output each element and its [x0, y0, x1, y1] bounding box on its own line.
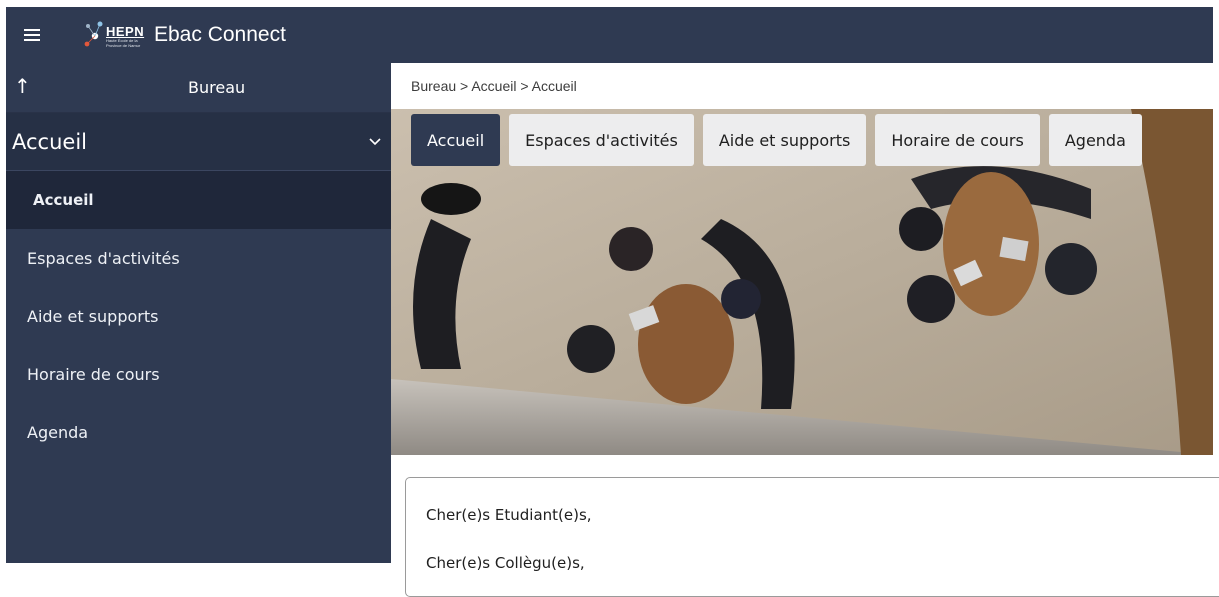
sidebar-item-label: Aide et supports — [27, 306, 159, 326]
sidebar-item-horaire-cours[interactable]: Horaire de cours — [6, 345, 391, 403]
sidebar-item-aide-supports[interactable]: Aide et supports — [6, 287, 391, 345]
sidebar-header: ↑ Bureau — [6, 63, 391, 113]
greeting-students: Cher(e)s Etudiant(e)s, — [426, 506, 592, 524]
sidebar-item-label: Horaire de cours — [27, 364, 160, 384]
sidebar: ↑ Bureau Accueil Accueil Espaces d'activ… — [6, 63, 391, 563]
sidebar-item-label: Accueil — [33, 191, 94, 209]
arrow-up-icon[interactable]: ↑ — [14, 76, 31, 96]
top-header-bar: HEPN Haute École de la Province de Namur… — [6, 7, 1213, 63]
tab-horaire-cours[interactable]: Horaire de cours — [875, 114, 1040, 166]
hamburger-menu-icon[interactable] — [14, 17, 50, 53]
welcome-card: Cher(e)s Etudiant(e)s, Cher(e)s Collègu(… — [405, 477, 1219, 597]
tab-espaces-activites[interactable]: Espaces d'activités — [509, 114, 694, 166]
logo-text: HEPN — [106, 24, 145, 39]
logo-subtext: Haute École de la Province de Namur — [106, 38, 141, 48]
chevron-down-icon — [369, 134, 381, 150]
sidebar-section-label: Accueil — [12, 129, 87, 154]
app-title[interactable]: Ebac Connect — [154, 23, 286, 47]
tab-accueil[interactable]: Accueil — [411, 114, 501, 166]
tab-agenda[interactable]: Agenda — [1048, 114, 1142, 166]
sidebar-top-label: Bureau — [188, 78, 246, 97]
sidebar-item-label: Agenda — [27, 422, 89, 442]
greeting-colleagues: Cher(e)s Collègu(e)s, — [426, 554, 585, 572]
sidebar-section-accueil[interactable]: Accueil — [6, 113, 391, 171]
sidebar-item-agenda[interactable]: Agenda — [6, 403, 391, 461]
breadcrumb[interactable]: Bureau > Accueil > Accueil — [411, 78, 577, 94]
sidebar-item-accueil[interactable]: Accueil — [6, 171, 391, 229]
tab-bar: Accueil Espaces d'activités Aide et supp… — [411, 114, 1142, 166]
sidebar-item-espaces-activites[interactable]: Espaces d'activités — [6, 229, 391, 287]
tab-aide-supports[interactable]: Aide et supports — [702, 114, 867, 166]
sidebar-item-label: Espaces d'activités — [27, 248, 180, 268]
hepn-logo[interactable]: HEPN Haute École de la Province de Namur — [80, 18, 152, 52]
